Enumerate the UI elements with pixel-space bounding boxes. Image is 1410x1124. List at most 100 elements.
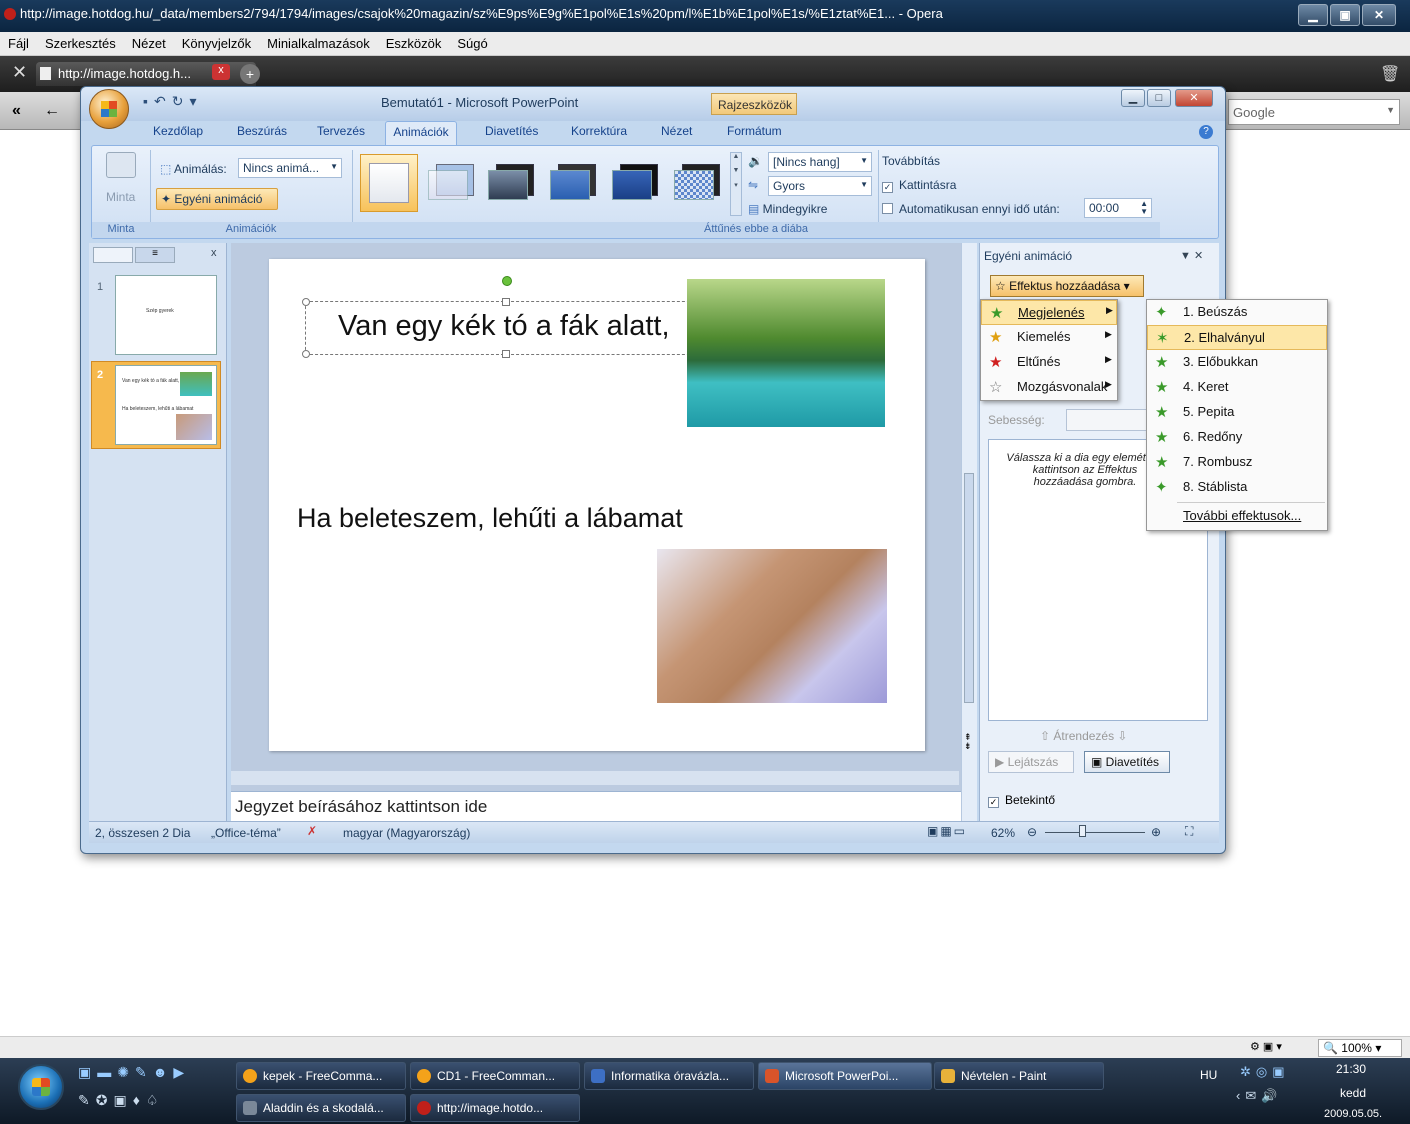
view-buttons[interactable]: ▣▦▭ (927, 824, 967, 838)
effect-diamond[interactable]: ★ 7. Rombusz (1147, 450, 1327, 475)
taskbar-item-word[interactable]: Informatika óravázla... (584, 1062, 754, 1090)
on-click-checkbox[interactable]: ✓ Kattintásra (882, 178, 956, 193)
menu-item-emphasis[interactable]: ★ Kiemelés ▶ (981, 325, 1117, 350)
language-indicator[interactable]: HU (1200, 1068, 1217, 1082)
slide-thumb-1[interactable]: Szép gyerek (115, 275, 217, 355)
zoom-thumb[interactable] (1079, 825, 1086, 837)
speed-dropdown[interactable]: Gyors ▼ (768, 176, 872, 196)
gallery-scroll[interactable]: ▲ ▼ ▾ (730, 152, 742, 216)
effect-box[interactable]: ★ 4. Keret (1147, 375, 1327, 400)
undo-icon[interactable]: ↶ (154, 93, 172, 109)
time-spinner[interactable]: 00:00 ▲ ▼ (1084, 198, 1152, 218)
ppt-close-button[interactable]: ✕ (1175, 89, 1213, 107)
effect-blinds[interactable]: ★ 6. Redőny (1147, 425, 1327, 450)
resize-handle[interactable] (502, 298, 510, 306)
tab-insert[interactable]: Beszúrás (237, 124, 287, 138)
quick-launch-row1[interactable]: ▣▬✺✎☻▶ (78, 1064, 228, 1088)
taskbar-item-freecommander-2[interactable]: CD1 - FreeComman... (410, 1062, 580, 1090)
taskbar-item-aladdin[interactable]: Aladdin és a skodalá... (236, 1094, 406, 1122)
tab-slides[interactable] (93, 247, 133, 263)
search-input[interactable]: Google ▼ (1228, 99, 1400, 125)
zoom-in-icon[interactable]: ⊕ (1151, 825, 1161, 839)
preview-checkbox[interactable]: ✓ Betekintő (988, 793, 1055, 808)
foot-image[interactable] (657, 549, 887, 703)
effect-appear[interactable]: ★ 3. Előbukkan (1147, 350, 1327, 375)
statusbar-icons[interactable]: ⚙ ▣ ▾ (1250, 1040, 1282, 1053)
tray-icons-row1[interactable]: ✲◎▣ (1240, 1064, 1290, 1080)
taskbar-item-powerpoint[interactable]: Microsoft PowerPoi... (758, 1062, 932, 1090)
tab-format[interactable]: Formátum (727, 124, 782, 138)
transition-cut-black[interactable] (610, 160, 666, 206)
menu-widgets[interactable]: Minialkalmazások (259, 32, 378, 51)
new-tab-icon[interactable]: + (240, 64, 260, 84)
menu-item-motion-paths[interactable]: ☆ Mozgásvonalak ▶ (981, 375, 1117, 400)
horizontal-scrollbar[interactable] (231, 771, 959, 785)
spinner-arrows-icon[interactable]: ▲ ▼ (1140, 200, 1148, 216)
custom-animation-button[interactable]: ✦ Egyéni animáció (156, 188, 278, 210)
rotate-handle[interactable] (502, 276, 512, 286)
tools-icon[interactable]: ✕ (12, 62, 27, 83)
qat-menu-icon[interactable]: ▾ (189, 93, 202, 109)
maximize-button[interactable]: ▣ (1330, 4, 1360, 26)
scroll-thumb[interactable] (964, 473, 974, 703)
slide-thumb-2[interactable]: Van egy kék tó a fák alatt, Ha beletesze… (115, 365, 217, 445)
transition-none[interactable] (360, 154, 418, 212)
effect-fly-in[interactable]: ✦ 1. Beúszás (1147, 300, 1327, 325)
notes-pane[interactable]: Jegyzet beírásához kattintson ide (231, 791, 961, 821)
clock-time[interactable]: 21:30 (1336, 1062, 1366, 1076)
redo-icon[interactable]: ↻ (172, 93, 190, 109)
zoom-level[interactable]: 62% (991, 826, 1015, 840)
menu-item-entrance[interactable]: ★ Megjelenés ▶ (981, 300, 1117, 325)
transition-dissolve[interactable] (672, 160, 728, 206)
tray-icons-row2[interactable]: ‹✉🔊 (1236, 1088, 1282, 1104)
back-icon[interactable]: ← (44, 102, 60, 120)
play-button[interactable]: ▶ Lejátszás (988, 751, 1074, 773)
slideshow-button[interactable]: ▣ Diavetítés (1084, 751, 1170, 773)
chevron-down-icon[interactable]: ▼ (1386, 105, 1395, 115)
effect-credits[interactable]: ✦ 8. Stáblista (1147, 475, 1327, 500)
help-icon[interactable]: ? (1199, 125, 1213, 139)
pane-menu-icon[interactable]: ▼ ✕ (1180, 249, 1203, 262)
fit-window-icon[interactable]: ⛶ (1185, 824, 1193, 839)
preview-button[interactable]: Minta (106, 190, 135, 204)
menu-bookmarks[interactable]: Könyvjelzők (174, 32, 259, 51)
move-up-icon[interactable]: ⇧ (1040, 729, 1053, 743)
taskbar-item-opera[interactable]: http://image.hotdo... (410, 1094, 580, 1122)
close-button[interactable]: ✕ (1362, 4, 1396, 26)
menu-item-exit[interactable]: ★ Eltűnés ▶ (981, 350, 1117, 375)
apply-all-button[interactable]: ▤ Mindegyikre (748, 202, 827, 216)
transition-fade-black[interactable] (486, 160, 542, 206)
tab-home[interactable]: Kezdőlap (153, 124, 203, 138)
minimize-button[interactable]: ▁ (1298, 4, 1328, 26)
menu-file[interactable]: Fájl (0, 32, 37, 51)
zoom-dropdown[interactable]: 🔍 100% ▾ (1318, 1039, 1402, 1057)
slide-canvas[interactable]: Van egy kék tó a fák alatt, Ha beletesze… (269, 259, 925, 751)
auto-advance-checkbox[interactable]: Automatikusan ennyi idő után: (882, 202, 1060, 216)
menu-edit[interactable]: Szerkesztés (37, 32, 124, 51)
ppt-minimize-button[interactable]: ▁ (1121, 89, 1145, 107)
checkbox-unchecked[interactable] (882, 203, 893, 214)
quick-launch-row2[interactable]: ✎✪▣♦♤ (78, 1092, 228, 1116)
move-down-icon[interactable]: ⇩ (1114, 729, 1127, 743)
effect-fade[interactable]: ✶ 2. Elhalványul (1147, 325, 1327, 350)
tab-design[interactable]: Tervezés (317, 124, 365, 138)
language[interactable]: magyar (Magyarország) (343, 826, 470, 840)
checkbox-checked[interactable]: ✓ (882, 182, 893, 193)
tab-animations[interactable]: Animációk (385, 121, 457, 145)
animate-dropdown[interactable]: Nincs animá... ▼ (238, 158, 342, 178)
rewind-icon[interactable]: « (12, 102, 21, 120)
browser-tab[interactable]: http://image.hotdog.h... x (36, 62, 256, 86)
spellcheck-icon[interactable]: ✗ (307, 824, 317, 838)
reorder-control[interactable]: ⇧ Átrendezés ⇩ (1040, 729, 1127, 743)
lake-image[interactable] (687, 279, 885, 427)
tab-outline[interactable]: ≡ (135, 247, 175, 263)
prev-next-slide-icon[interactable]: ⇞ ⇟ (964, 733, 972, 751)
resize-handle[interactable] (302, 298, 310, 306)
checkbox-checked[interactable]: ✓ (988, 797, 999, 808)
transition-cut[interactable] (548, 160, 604, 206)
zoom-out-icon[interactable]: ⊖ (1027, 825, 1037, 839)
close-icon[interactable]: x (211, 247, 217, 259)
ppt-maximize-button[interactable]: □ (1147, 89, 1171, 107)
tab-review[interactable]: Korrektúra (571, 124, 627, 138)
resize-handle[interactable] (502, 350, 510, 358)
